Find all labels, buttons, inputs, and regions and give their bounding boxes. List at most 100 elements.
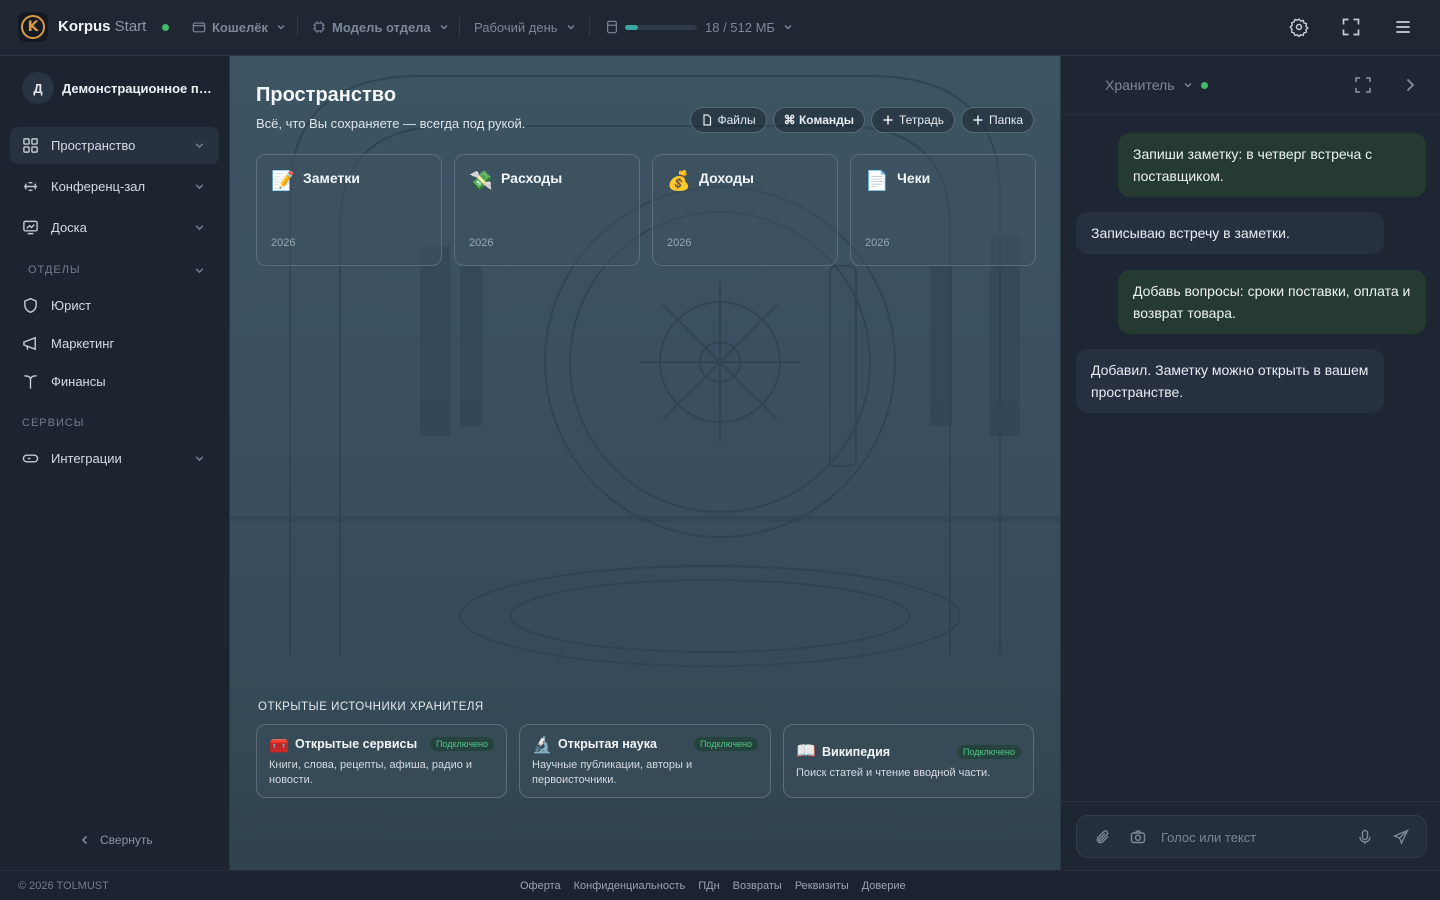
card-year: 2026 <box>469 237 494 249</box>
chat-message-user: Запиши заметку: в четверг встреча с пост… <box>1118 133 1426 197</box>
microphone-icon[interactable] <box>1357 829 1373 845</box>
sidebar-item-board[interactable]: Доска <box>10 209 219 246</box>
footer-links: Оферта Конфиденциальность ПДн Возвраты Р… <box>520 880 906 892</box>
chat-message-assistant: Записываю встречу в заметки. <box>1076 212 1384 254</box>
commands-button[interactable]: ⌘ Команды <box>772 107 865 133</box>
agent-online-dot <box>1200 81 1208 89</box>
database-icon <box>605 20 619 34</box>
grid-icon <box>22 137 39 154</box>
plus-icon <box>882 114 894 126</box>
status-badge: Подключено <box>429 737 494 751</box>
footer-link-privacy[interactable]: Конфиденциальность <box>574 880 686 892</box>
files-button[interactable]: Файлы <box>689 107 767 133</box>
toolbox-icon: 🧰 <box>269 735 289 754</box>
chevron-down-icon <box>1183 80 1193 90</box>
brand-plan: Start <box>114 18 147 35</box>
brand-title: Korpus Start <box>58 18 146 35</box>
collapse-sidebar-button[interactable]: Свернуть <box>80 833 153 847</box>
assistant-panel: Хранитель Запиши заметку: в четверг встр… <box>1060 56 1440 870</box>
source-description: Поиск статей и чтение вводной части. <box>796 767 991 779</box>
source-card-wikipedia[interactable]: 📖 Википедия Подключено Поиск статей и чт… <box>783 724 1034 798</box>
source-description: Книги, слова, рецепты, афиша, радио и но… <box>269 759 473 786</box>
sidebar-item-space[interactable]: Пространство <box>10 127 219 164</box>
new-folder-label: Папка <box>989 113 1023 127</box>
sidebar-item-label: Юрист <box>51 298 92 313</box>
model-dropdown[interactable]: Модель отдела <box>312 18 449 36</box>
collapse-label: Свернуть <box>100 833 153 847</box>
wallet-icon <box>192 20 206 34</box>
page-subtitle: Всё, что Вы сохраняете — всегда под руко… <box>256 116 526 131</box>
microscope-icon: 🔬 <box>532 735 552 754</box>
notebook-cards: 📝 Заметки 2026 💸 Расходы 2026 💰 Доходы 2… <box>256 154 1036 266</box>
online-status-dot <box>162 24 169 31</box>
sidebar-item-label: Интеграции <box>51 451 122 466</box>
chevron-down-icon[interactable] <box>194 222 205 233</box>
agent-selector[interactable]: Хранитель <box>1105 77 1208 93</box>
workspace-avatar: Д <box>22 72 54 104</box>
brand-name: Korpus <box>58 18 111 35</box>
card-title: Расходы <box>501 170 563 186</box>
source-description: Научные публикации, авторы и первоисточн… <box>532 759 693 786</box>
send-icon[interactable] <box>1393 829 1409 845</box>
footer-link-requisites[interactable]: Реквизиты <box>795 880 849 892</box>
source-card-open-services[interactable]: 🧰 Открытые сервисы Подключено Книги, сло… <box>256 724 507 798</box>
source-title: Открытая наука <box>558 737 657 751</box>
sidebar-item-marketing[interactable]: Маркетинг <box>10 325 219 362</box>
workspace-switcher[interactable]: Д Демонстрационное пространство <box>22 72 212 104</box>
notebook-card-expenses[interactable]: 💸 Расходы 2026 <box>454 154 640 266</box>
open-sources: 🧰 Открытые сервисы Подключено Книги, сло… <box>256 724 1034 798</box>
divider <box>297 17 298 37</box>
sidebar-item-integrations[interactable]: Интеграции <box>10 440 219 477</box>
notebook-card-notes[interactable]: 📝 Заметки 2026 <box>256 154 442 266</box>
section-services-label: СЕРВИСЫ <box>22 417 85 429</box>
card-title: Заметки <box>303 170 360 186</box>
page-title: Пространство <box>256 84 397 106</box>
footer-link-refunds[interactable]: Возвраты <box>733 880 782 892</box>
fullscreen-icon[interactable] <box>1341 17 1361 37</box>
chevron-right-icon[interactable] <box>1401 76 1419 94</box>
menu-hamburger-icon[interactable] <box>1393 17 1413 37</box>
schedule-dropdown[interactable]: Рабочий день <box>474 18 576 36</box>
money-wings-icon: 💸 <box>469 170 493 192</box>
footer-link-personal-data[interactable]: ПДн <box>698 880 719 892</box>
storage-dropdown[interactable]: 18 / 512 МБ <box>605 18 793 36</box>
chevron-down-icon[interactable] <box>194 140 205 151</box>
section-departments-label: ОТДЕЛЫ <box>28 264 81 276</box>
sidebar-item-finance[interactable]: Финансы <box>10 363 219 400</box>
wallet-label: Кошелёк <box>212 19 268 35</box>
source-card-open-science[interactable]: 🔬 Открытая наука Подключено Научные публ… <box>519 724 771 798</box>
schedule-label: Рабочий день <box>474 19 558 35</box>
settings-gear-icon[interactable] <box>1289 17 1309 37</box>
status-badge: Подключено <box>693 737 758 751</box>
footer-link-trust[interactable]: Доверие <box>862 880 906 892</box>
footer: © 2026 TOLMUST Оферта Конфиденциальность… <box>0 870 1440 900</box>
assistant-header: Хранитель <box>1061 56 1440 115</box>
divider <box>589 17 590 37</box>
notebook-card-income[interactable]: 💰 Доходы 2026 <box>652 154 838 266</box>
new-folder-button[interactable]: Папка <box>961 107 1034 133</box>
chevron-down-icon[interactable] <box>194 453 205 464</box>
sidebar-item-conference[interactable]: Конференц-зал <box>10 168 219 205</box>
sidebar-item-lawyer[interactable]: Юрист <box>10 287 219 324</box>
divider <box>1061 801 1440 802</box>
paperclip-icon[interactable] <box>1095 829 1111 845</box>
card-year: 2026 <box>271 237 296 249</box>
expand-icon[interactable] <box>1354 76 1372 94</box>
chevron-down-icon[interactable] <box>194 265 205 276</box>
workspace-actions: Файлы ⌘ Команды Тетрадь Папка <box>689 107 1034 133</box>
left-sidebar: Д Демонстрационное пространство Простран… <box>0 56 230 870</box>
camera-icon[interactable] <box>1130 829 1146 845</box>
chip-icon <box>312 20 326 34</box>
notebook-card-receipts[interactable]: 📄 Чеки 2026 <box>850 154 1036 266</box>
model-label: Модель отдела <box>332 19 431 35</box>
chevron-down-icon[interactable] <box>194 181 205 192</box>
divider <box>459 17 460 37</box>
card-title: Доходы <box>699 170 754 186</box>
footer-link-offer[interactable]: Оферта <box>520 880 561 892</box>
new-notebook-button[interactable]: Тетрадь <box>870 107 956 133</box>
app-logo[interactable]: K <box>18 12 48 42</box>
source-title: Открытые сервисы <box>295 737 418 751</box>
chevron-down-icon <box>566 22 576 32</box>
wallet-dropdown[interactable]: Кошелёк <box>192 18 286 36</box>
message-input[interactable] <box>1161 827 1341 847</box>
